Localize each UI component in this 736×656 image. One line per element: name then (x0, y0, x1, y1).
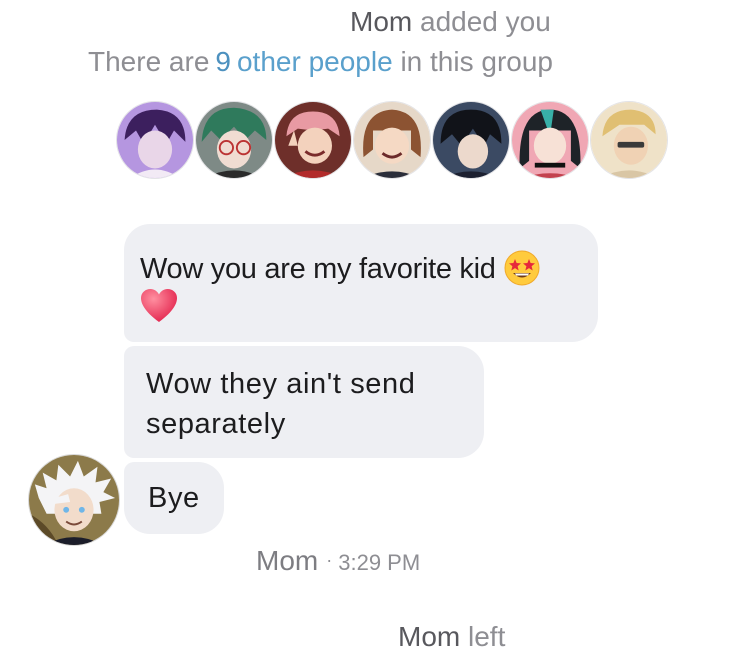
group-info-prefix: There are (88, 46, 210, 77)
system-actor-name: Mom (350, 6, 413, 37)
teal-hair-character-avatar[interactable] (511, 101, 589, 179)
sender-avatar[interactable] (28, 454, 120, 546)
group-info-line: There are 9 other people in this group (88, 46, 553, 78)
pink-hair-peace-sign-character-avatar[interactable] (274, 101, 352, 179)
system-message-left: Mom left (398, 621, 505, 653)
star-struck-emoji-icon (504, 250, 540, 291)
meta-separator: · (326, 550, 333, 570)
message-timestamp: 3:29 PM (338, 550, 421, 575)
white-hair-character-avatar-icon (29, 455, 119, 545)
message-bubble[interactable]: Wow you are my favorite kid (124, 224, 598, 342)
message-text: Wow they ain't send separately (146, 368, 416, 440)
message-bubble[interactable]: Wow they ain't send separately (124, 346, 484, 458)
system-actor-name: Mom (398, 621, 461, 652)
system-action-text: added you (420, 6, 551, 37)
message-text: Wow you are my favorite kid (140, 253, 496, 285)
system-action-text: left (468, 621, 506, 652)
brown-hair-character-avatar[interactable] (353, 101, 431, 179)
green-hair-glasses-character-avatar[interactable] (195, 101, 273, 179)
other-people-link[interactable]: other people (237, 46, 393, 77)
message-bubble[interactable]: Bye (124, 462, 224, 534)
group-member-avatars (116, 101, 676, 181)
sender-name: Mom (256, 545, 319, 576)
message-text: Bye (148, 482, 200, 514)
blonde-hair-character-avatar[interactable] (590, 101, 668, 179)
purple-hair-character-avatar[interactable] (116, 101, 194, 179)
message-meta: Mom · 3:29 PM (256, 545, 420, 577)
group-member-count: 9 (215, 46, 231, 77)
system-message-added: Mom added you (350, 6, 551, 38)
black-hair-character-avatar[interactable] (432, 101, 510, 179)
heart-emoji-icon (140, 288, 178, 329)
group-info-suffix: in this group (400, 46, 553, 77)
